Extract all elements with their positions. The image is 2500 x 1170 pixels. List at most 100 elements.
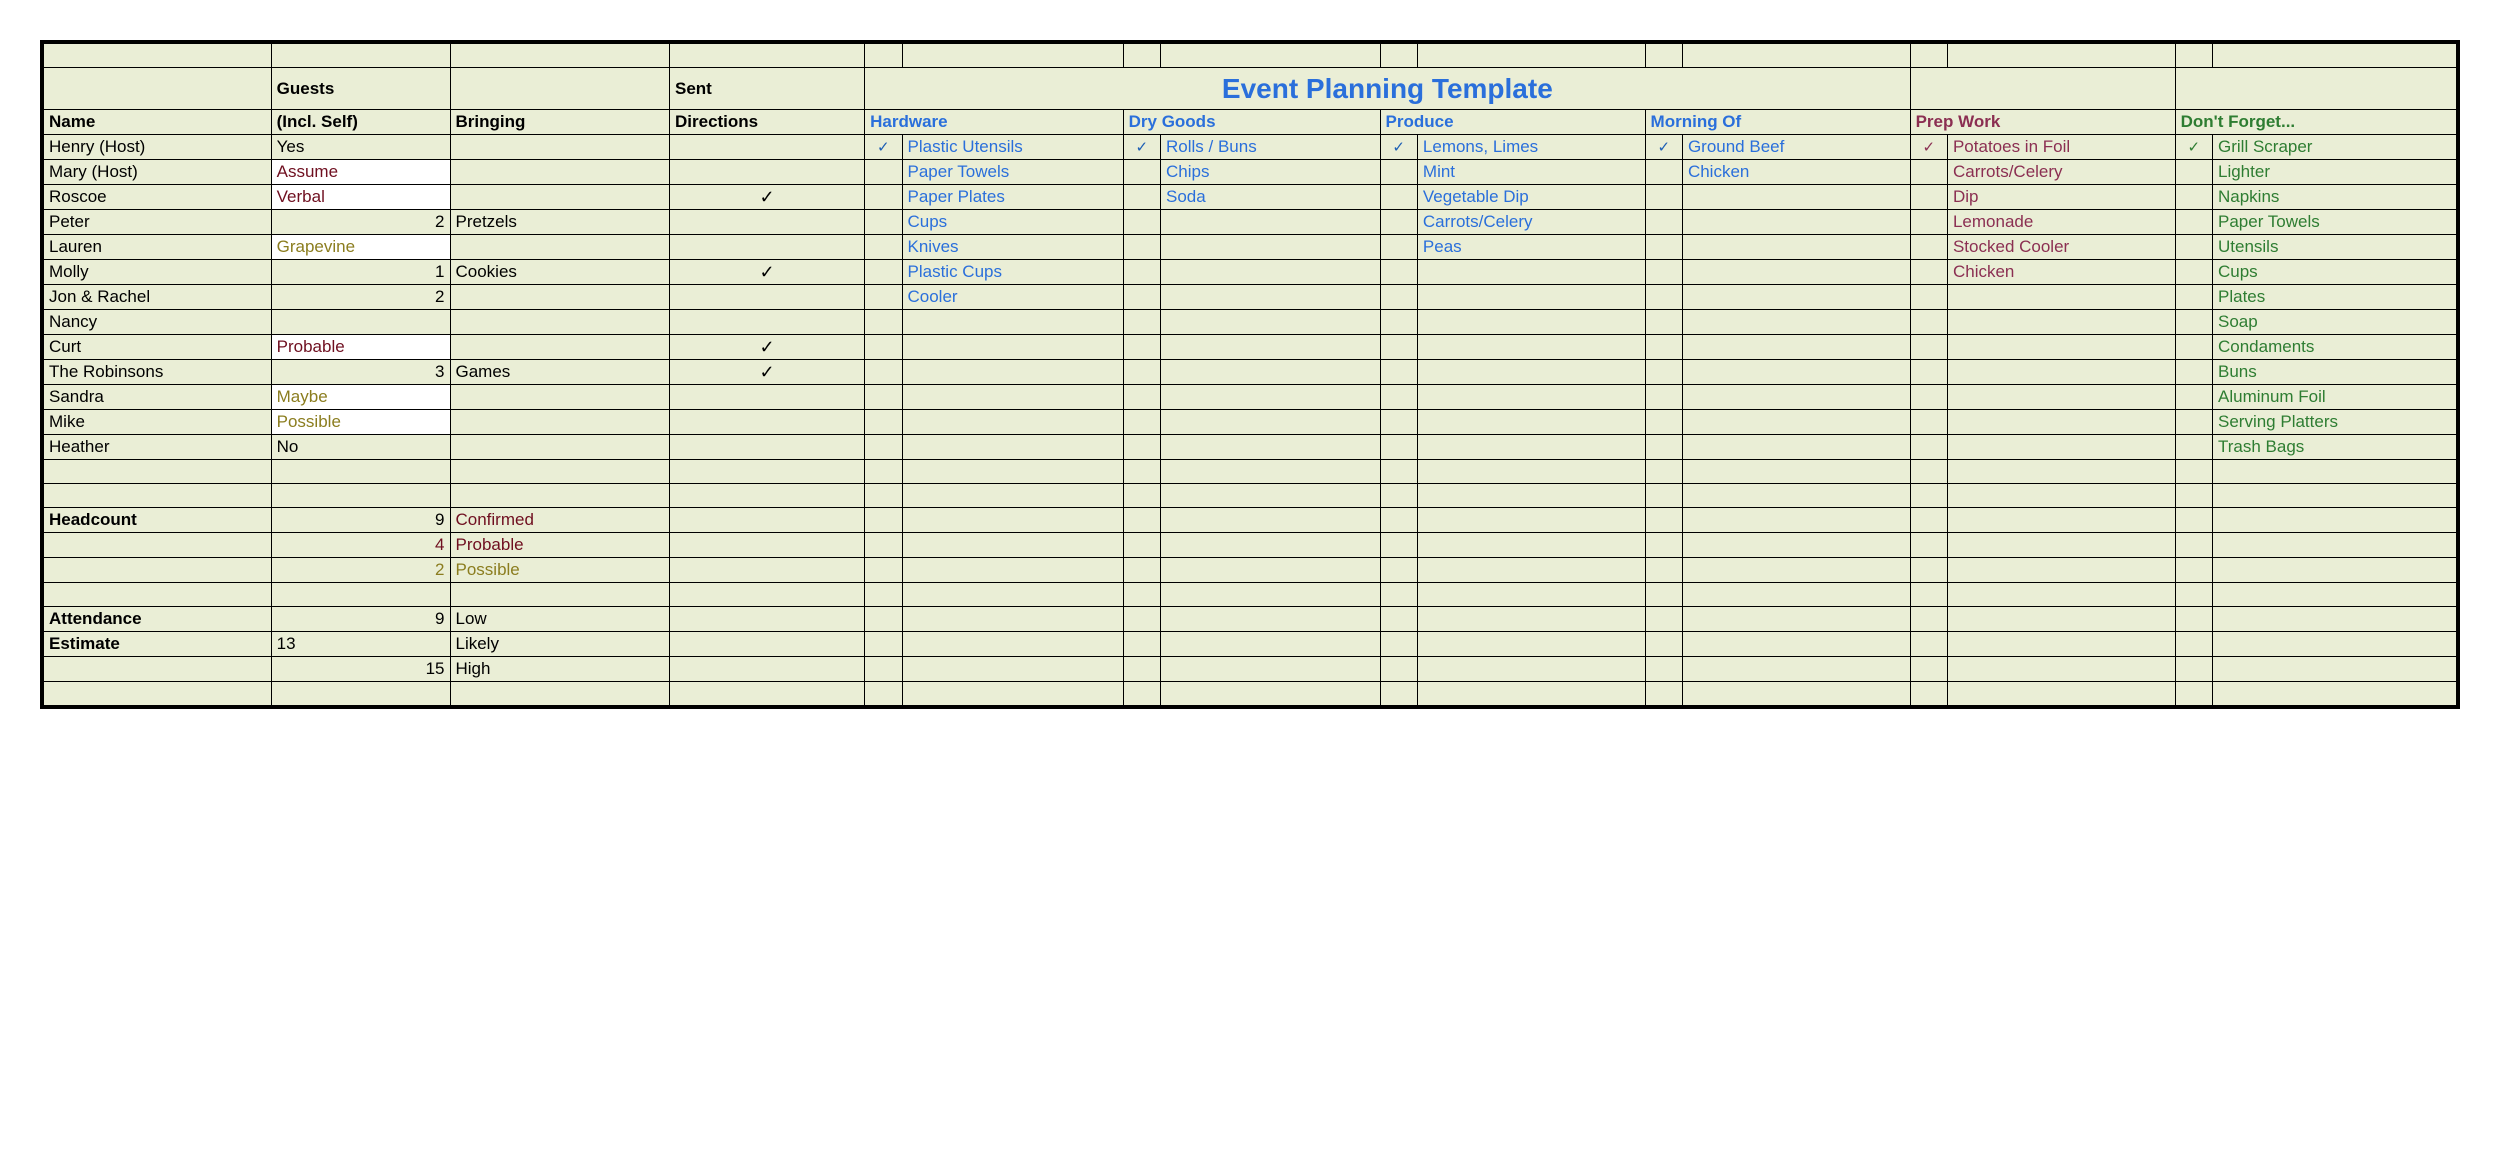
cell[interactable]: Low [450,607,670,632]
check-icon[interactable] [865,260,902,285]
directions-check[interactable] [670,385,865,410]
guest-name[interactable]: Heather [44,435,272,460]
guest-name[interactable]: Roscoe [44,185,272,210]
header-bringing[interactable]: Bringing [450,110,670,135]
guest-incl[interactable] [271,310,450,335]
list-item[interactable]: Peas [1417,235,1645,260]
row-headers[interactable]: Name (Incl. Self) Bringing Directions Ha… [44,110,2457,135]
list-item[interactable]: Serving Platters [2213,410,2457,435]
check-icon[interactable] [1380,310,1417,335]
guest-incl[interactable]: 3 [271,360,450,385]
list-item[interactable] [1947,335,2175,360]
check-icon[interactable] [1645,410,1682,435]
check-icon[interactable] [865,185,902,210]
check-icon[interactable] [1380,160,1417,185]
grid[interactable]: Guests Sent Event Planning Template Name… [43,43,2457,706]
list-item[interactable] [1417,385,1645,410]
check-icon[interactable]: ✓ [1910,135,1947,160]
check-icon[interactable]: ✓ [2175,135,2212,160]
list-item[interactable] [902,360,1123,385]
check-icon[interactable] [1123,335,1160,360]
guest-name[interactable]: Mary (Host) [44,160,272,185]
row-blank-top[interactable] [44,44,2457,68]
check-icon[interactable]: ✓ [1645,135,1682,160]
cell[interactable]: Headcount [44,508,272,533]
table-row[interactable]: Estimate13Likely [44,632,2457,657]
table-row[interactable]: Attendance9Low [44,607,2457,632]
check-icon[interactable] [865,210,902,235]
list-item[interactable] [1417,410,1645,435]
table-row[interactable]: CurtProbable✓Condaments [44,335,2457,360]
header-morning[interactable]: Morning Of [1645,110,1910,135]
check-icon[interactable] [1910,360,1947,385]
cell[interactable]: 13 [271,632,450,657]
table-row[interactable]: SandraMaybeAluminum Foil [44,385,2457,410]
check-icon[interactable] [1123,435,1160,460]
guest-bringing[interactable] [450,410,670,435]
check-icon[interactable] [1910,335,1947,360]
directions-check[interactable] [670,410,865,435]
cell[interactable]: Likely [450,632,670,657]
list-item[interactable]: Napkins [2213,185,2457,210]
check-icon[interactable]: ✓ [1123,135,1160,160]
guest-incl[interactable]: Yes [271,135,450,160]
check-icon[interactable] [865,285,902,310]
list-item[interactable]: Carrots/Celery [1947,160,2175,185]
guest-bringing[interactable]: Cookies [450,260,670,285]
check-icon[interactable] [1910,260,1947,285]
check-icon[interactable] [2175,185,2212,210]
list-item[interactable] [1161,435,1381,460]
list-item[interactable] [1682,285,1910,310]
check-icon[interactable] [1645,435,1682,460]
cell[interactable] [450,682,670,706]
list-item[interactable]: Plastic Cups [902,260,1123,285]
list-item[interactable]: Lemonade [1947,210,2175,235]
check-icon[interactable] [1380,210,1417,235]
directions-check[interactable] [670,135,865,160]
cell[interactable]: Attendance [44,607,272,632]
list-item[interactable] [1417,260,1645,285]
check-icon[interactable] [1910,310,1947,335]
list-item[interactable] [902,435,1123,460]
guest-bringing[interactable]: Pretzels [450,210,670,235]
check-icon[interactable] [865,385,902,410]
table-row[interactable]: Henry (Host)Yes✓Plastic Utensils✓Rolls /… [44,135,2457,160]
list-item[interactable]: Potatoes in Foil [1947,135,2175,160]
check-icon[interactable] [1123,360,1160,385]
header-drygoods[interactable]: Dry Goods [1123,110,1380,135]
list-item[interactable] [1417,285,1645,310]
guest-bringing[interactable] [450,235,670,260]
cell[interactable] [44,484,272,508]
list-item[interactable] [1947,385,2175,410]
header-prep[interactable]: Prep Work [1910,110,2175,135]
check-icon[interactable] [1123,260,1160,285]
check-icon[interactable] [1380,285,1417,310]
guest-name[interactable]: The Robinsons [44,360,272,385]
check-icon[interactable]: ✓ [865,135,902,160]
list-item[interactable] [1161,385,1381,410]
cell[interactable] [450,484,670,508]
cell[interactable] [271,484,450,508]
list-item[interactable]: Cups [2213,260,2457,285]
check-icon[interactable] [1910,285,1947,310]
list-item[interactable] [1682,310,1910,335]
guest-bringing[interactable] [450,160,670,185]
guest-bringing[interactable] [450,185,670,210]
header-sent[interactable]: Sent [670,68,865,110]
list-item[interactable]: Grill Scraper [2213,135,2457,160]
list-item[interactable] [1161,410,1381,435]
check-icon[interactable] [1645,235,1682,260]
list-item[interactable] [1947,410,2175,435]
list-item[interactable] [1947,360,2175,385]
directions-check[interactable]: ✓ [670,360,865,385]
list-item[interactable] [1682,260,1910,285]
check-icon[interactable] [1645,260,1682,285]
table-row[interactable]: HeatherNoTrash Bags [44,435,2457,460]
table-row[interactable]: Peter2PretzelsCupsCarrots/CeleryLemonade… [44,210,2457,235]
header-incl[interactable]: (Incl. Self) [271,110,450,135]
list-item[interactable]: Rolls / Buns [1161,135,1381,160]
check-icon[interactable] [2175,160,2212,185]
guest-name[interactable]: Nancy [44,310,272,335]
list-item[interactable] [1161,210,1381,235]
list-item[interactable]: Lighter [2213,160,2457,185]
